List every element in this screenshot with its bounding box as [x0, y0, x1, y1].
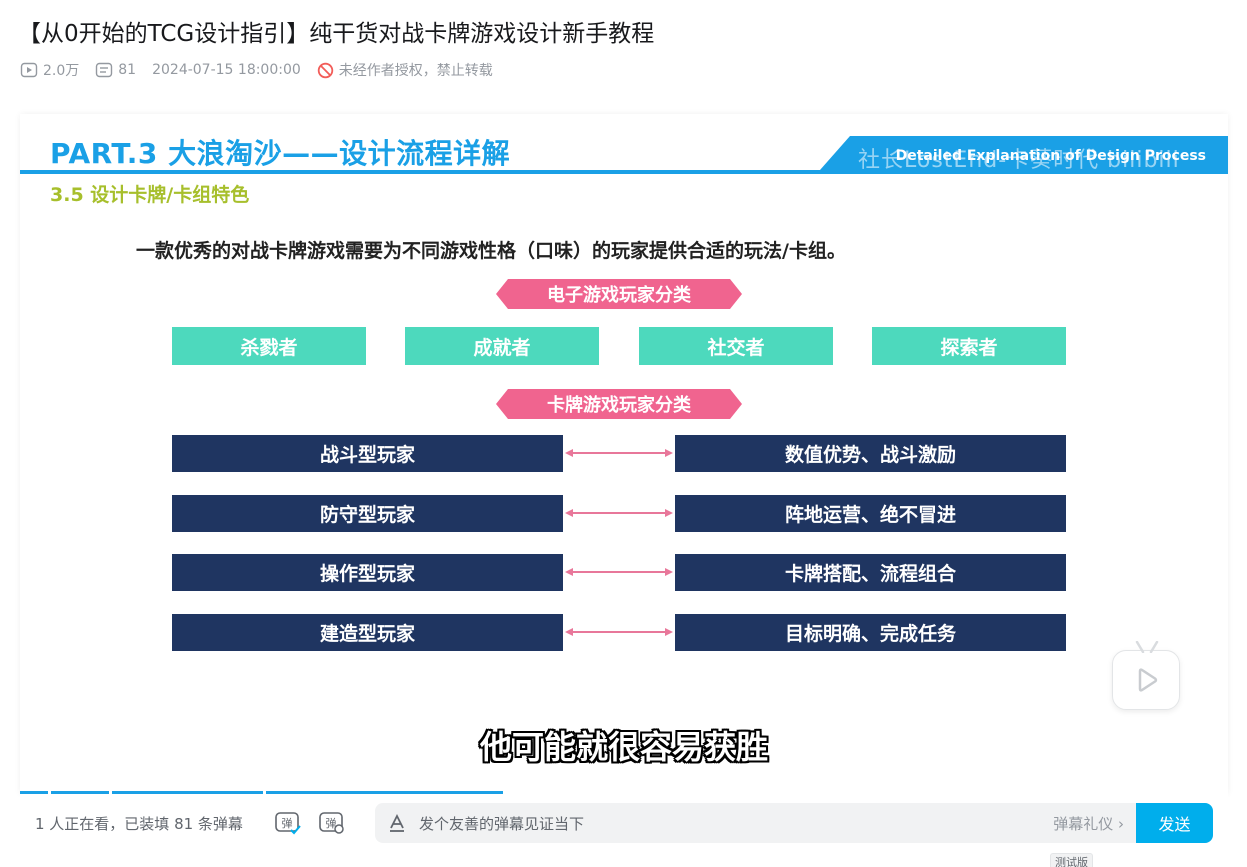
card-player-type: 建造型玩家: [172, 614, 563, 651]
video-player[interactable]: PART.3 大浪淘沙——设计流程详解 社长LostEnd-卡葵时代 bilib…: [20, 114, 1228, 794]
danmaku-input-field[interactable]: 发个友善的弹幕见证当下 弹幕礼仪 ›: [375, 803, 1138, 843]
rights-text: 未经作者授权，禁止转载: [338, 63, 493, 79]
danmaku-toggle-glyph: 弹: [281, 816, 292, 830]
tv-ears-icon: [1135, 641, 1159, 653]
slide-intro-text: 一款优秀的对战卡牌游戏需要为不同游戏性格（口味）的玩家提供合适的玩法/卡组。: [136, 240, 846, 262]
danmaku-etiquette-link[interactable]: 弹幕礼仪 ›: [1053, 803, 1124, 843]
video-page: 【从0开始的TCG设计指引】纯干货对战卡牌游戏设计新手教程 2.0万 81 20…: [0, 0, 1247, 867]
danmaku-stat: 81: [95, 61, 136, 79]
video-game-players-label: 电子游戏玩家分类: [496, 279, 742, 309]
views-stat: 2.0万: [20, 60, 79, 80]
video-subtitle-caption: 他可能就很容易获胜: [479, 728, 768, 766]
card-player-type: 战斗型玩家: [172, 435, 563, 472]
double-arrow-icon: [565, 449, 673, 457]
views-count: 2.0万: [43, 63, 80, 79]
video-title: 【从0开始的TCG设计指引】纯干货对战卡牌游戏设计新手教程: [18, 21, 655, 47]
forbidden-icon: [317, 62, 333, 78]
danmaku-settings-button[interactable]: 弹: [317, 808, 347, 838]
slide-subtitle: 3.5 设计卡牌/卡组特色: [50, 184, 250, 206]
card-player-type: 操作型玩家: [172, 554, 563, 591]
danmaku-count-icon: [96, 62, 113, 78]
play-count-icon: [20, 62, 38, 78]
test-version-badge: 测试版: [1050, 853, 1093, 867]
text-style-icon[interactable]: [387, 813, 407, 833]
double-arrow-icon: [565, 628, 673, 636]
slide-part-title: PART.3 大浪淘沙——设计流程详解: [50, 137, 511, 170]
play-icon: [1138, 668, 1158, 692]
video-meta: 2.0万 81 2024-07-15 18:00:00 未经作者授权，禁止转载: [20, 60, 493, 80]
danmaku-input-placeholder[interactable]: 发个友善的弹幕见证当下: [419, 813, 584, 834]
danmaku-toggle-button[interactable]: 弹: [273, 808, 303, 838]
card-player-trait: 目标明确、完成任务: [675, 614, 1066, 651]
slide-title-underline: [20, 170, 1228, 174]
player-type-box: 社交者: [639, 327, 833, 365]
play-button[interactable]: [1112, 641, 1180, 710]
send-danmaku-button[interactable]: 发送: [1136, 803, 1213, 843]
danmaku-settings-icon: 弹: [319, 812, 344, 834]
card-player-trait: 阵地运营、绝不冒进: [675, 495, 1066, 532]
card-player-trait: 数值优势、战斗激励: [675, 435, 1066, 472]
card-player-type: 防守型玩家: [172, 495, 563, 532]
danmaku-count: 81: [118, 62, 137, 78]
player-type-box: 杀戮者: [172, 327, 366, 365]
card-player-trait: 卡牌搭配、流程组合: [675, 554, 1066, 591]
double-arrow-icon: [565, 568, 673, 576]
double-arrow-icon: [565, 509, 673, 517]
player-type-box: 探索者: [872, 327, 1066, 365]
danmaku-bar: 1 人正在看，已装填 81 条弹幕 弹 弹 发个友善的弹幕见证当下 弹幕礼仪 ›…: [20, 794, 1228, 852]
publish-date: 2024-07-15 18:00:00: [152, 62, 301, 78]
danmaku-on-icon: 弹: [275, 812, 301, 835]
player-type-box: 成就者: [405, 327, 599, 365]
rights-notice: 未经作者授权，禁止转载: [317, 60, 493, 80]
viewers-count-text: 1 人正在看，已装填 81 条弹幕: [35, 814, 243, 833]
card-game-players-label: 卡牌游戏玩家分类: [496, 389, 742, 419]
slide-banner-text: Detailed Explanation of Design Process: [895, 148, 1206, 164]
